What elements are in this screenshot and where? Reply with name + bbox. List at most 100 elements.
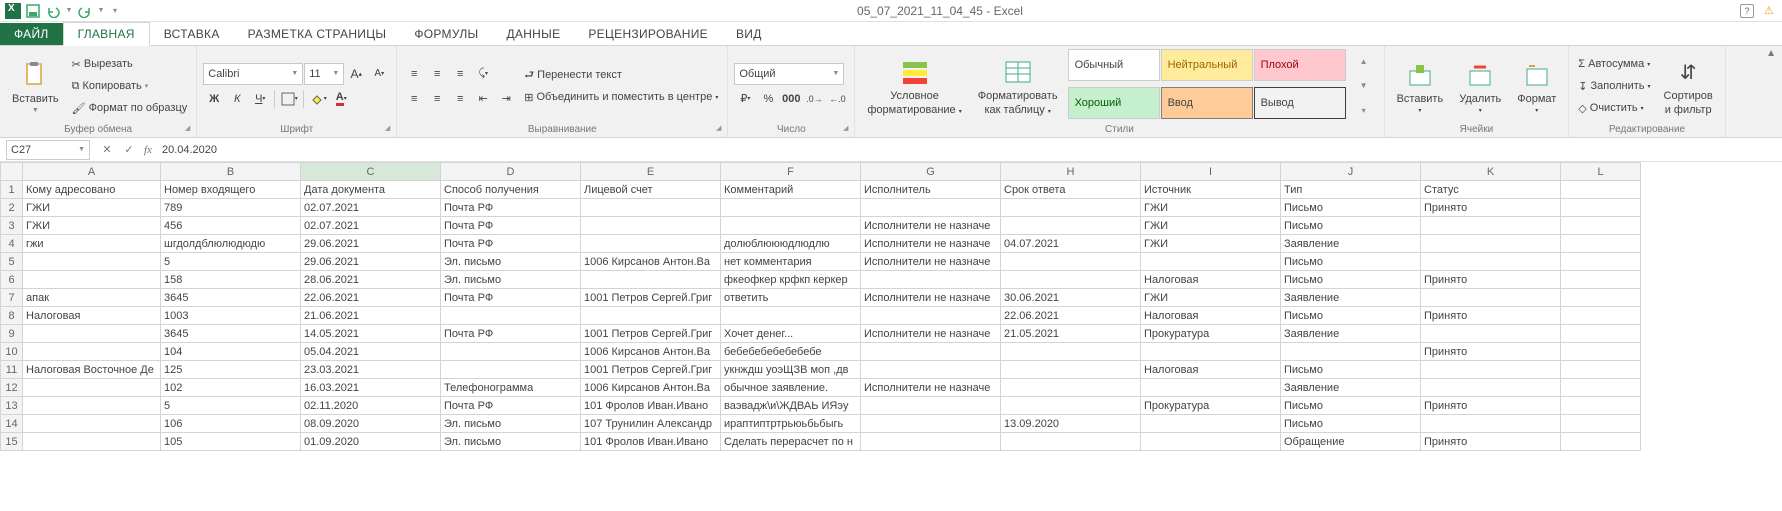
undo-icon[interactable] [44,2,62,20]
cell[interactable]: 102 [161,379,301,397]
cell[interactable]: Исполнители не назначе [861,325,1001,343]
cell[interactable]: Заявление [1281,235,1421,253]
cell[interactable]: обычное заявление. [721,379,861,397]
cell[interactable] [23,415,161,433]
cell[interactable] [23,271,161,289]
cell[interactable] [861,343,1001,361]
decrease-decimal-icon[interactable]: ←.0 [826,88,848,110]
align-left-icon[interactable]: ≡ [403,88,425,110]
cell[interactable] [1001,253,1141,271]
cell[interactable]: Письмо [1281,199,1421,217]
cell[interactable]: бебебебебебебебе [721,343,861,361]
cell[interactable]: 105 [161,433,301,451]
column-header-F[interactable]: F [721,163,861,181]
cell[interactable] [23,433,161,451]
cell[interactable]: Исполнители не назначе [861,289,1001,307]
cell[interactable] [1561,343,1641,361]
cell[interactable] [861,307,1001,325]
column-header-I[interactable]: I [1141,163,1281,181]
tab-layout[interactable]: РАЗМЕТКА СТРАНИЦЫ [234,23,401,45]
cell[interactable]: Исполнители не назначе [861,217,1001,235]
cell[interactable]: Принято [1421,307,1561,325]
cell[interactable] [861,199,1001,217]
cell[interactable]: Срок ответа [1001,181,1141,199]
cell-style-bad[interactable]: Плохой [1254,49,1346,81]
row-header[interactable]: 8 [1,307,23,325]
underline-button[interactable]: Ч▾ [249,88,271,110]
cell[interactable] [1561,307,1641,325]
cut-button[interactable]: ✂Вырезать [69,53,191,75]
cell[interactable] [1421,325,1561,343]
help-icon[interactable]: ? [1740,4,1754,18]
paste-dropdown-icon[interactable]: ▼ [32,107,39,114]
cell[interactable] [1561,181,1641,199]
cell[interactable]: Источник [1141,181,1281,199]
cell[interactable] [581,235,721,253]
row-header[interactable]: 4 [1,235,23,253]
group-clipboard-title[interactable]: Буфер обмена [6,123,190,136]
column-header-B[interactable]: B [161,163,301,181]
autosum-button[interactable]: ΣАвтосумма▾ [1575,53,1653,75]
cell[interactable]: 5 [161,397,301,415]
cell[interactable]: 789 [161,199,301,217]
cell[interactable]: 1006 Кирсанов Антон.Ва [581,379,721,397]
cell[interactable]: ГЖИ [1141,289,1281,307]
cell[interactable]: Письмо [1281,415,1421,433]
cell[interactable] [1001,271,1141,289]
cell[interactable] [23,397,161,415]
cell[interactable] [861,415,1001,433]
cell[interactable]: нет комментария [721,253,861,271]
cell[interactable] [1281,343,1421,361]
tab-insert[interactable]: ВСТАВКА [150,23,234,45]
cell[interactable]: Принято [1421,271,1561,289]
cell[interactable] [23,253,161,271]
fill-color-button[interactable]: ▾ [307,88,329,110]
cell[interactable]: Эл. письмо [441,415,581,433]
cell[interactable]: Заявление [1281,289,1421,307]
cell[interactable]: Принято [1421,397,1561,415]
cell[interactable]: Письмо [1281,253,1421,271]
increase-font-icon[interactable]: A▴ [345,63,367,85]
cell[interactable]: Обращение [1281,433,1421,451]
cell[interactable]: 04.07.2021 [1001,235,1141,253]
cell[interactable]: апак [23,289,161,307]
row-header[interactable]: 1 [1,181,23,199]
name-box[interactable]: C27▼ [6,140,90,160]
cell[interactable] [1001,217,1141,235]
cell[interactable]: Комментарий [721,181,861,199]
spreadsheet-grid[interactable]: ABCDEFGHIJKL 1Кому адресованоНомер входя… [0,162,1641,451]
enter-formula-icon[interactable]: ✓ [118,139,140,161]
align-top-icon[interactable]: ≡ [403,63,425,85]
group-number-title[interactable]: Число [734,123,848,136]
format-painter-button[interactable]: 🖌Формат по образцу [69,97,191,119]
cell[interactable]: Заявление [1281,379,1421,397]
cell[interactable] [1421,217,1561,235]
cell[interactable]: 22.06.2021 [301,289,441,307]
row-header[interactable]: 3 [1,217,23,235]
cell[interactable]: ГЖИ [1141,235,1281,253]
cell[interactable]: Принято [1421,343,1561,361]
cell[interactable]: долюблюююдлюдлю [721,235,861,253]
align-bottom-icon[interactable]: ≡ [449,63,471,85]
row-header[interactable]: 12 [1,379,23,397]
cell[interactable]: Налоговая Восточное Де [23,361,161,379]
paste-button[interactable]: Вставить ▼ [6,49,65,123]
cell[interactable]: 21.05.2021 [1001,325,1141,343]
delete-cells-button[interactable]: Удалить▾ [1453,49,1507,123]
cell[interactable]: ГЖИ [23,217,161,235]
cell[interactable]: Лицевой счет [581,181,721,199]
styles-more-icon[interactable]: ▾ [1353,104,1375,118]
cell[interactable]: Налоговая [1141,361,1281,379]
column-header-H[interactable]: H [1001,163,1141,181]
cell[interactable] [1001,379,1141,397]
cell[interactable]: Эл. письмо [441,253,581,271]
tab-home[interactable]: ГЛАВНАЯ [63,22,150,46]
cell[interactable] [581,217,721,235]
cell-style-good[interactable]: Хороший [1068,87,1160,119]
percent-format-icon[interactable]: % [757,88,779,110]
cell[interactable]: 101 Фролов Иван.Ивано [581,397,721,415]
cell[interactable]: 5 [161,253,301,271]
cell[interactable] [1561,253,1641,271]
cell[interactable]: ГЖИ [23,199,161,217]
cell[interactable]: 1006 Кирсанов Антон.Ва [581,343,721,361]
